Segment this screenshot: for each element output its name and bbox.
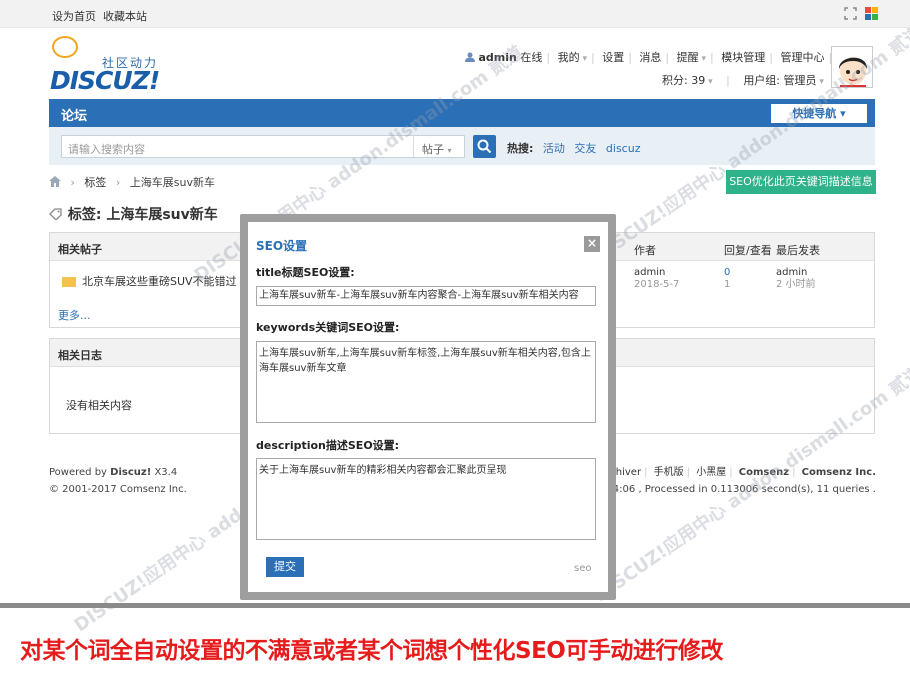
thread-author[interactable]: admin (634, 267, 665, 278)
top-bar: 设为首页 收藏本站 (0, 0, 910, 28)
quick-nav-label: 快捷导航 (792, 107, 837, 120)
keywords-seo-textarea[interactable]: 上海车展suv新车,上海车展suv新车标签,上海车展suv新车相关内容,包含上海… (256, 341, 596, 423)
hot-search: 热搜: 活动 交友 discuz (507, 140, 640, 156)
tag-icon (49, 207, 63, 223)
breadcrumb: › 标签 › 上海车展suv新车 (49, 174, 215, 190)
footer-left: Powered by Discuz! X3.4 © 2001-2017 Coms… (49, 464, 187, 498)
settings-link[interactable]: 设置 (602, 51, 624, 64)
more-link[interactable]: 更多... (58, 307, 91, 323)
thread-last-user[interactable]: admin (776, 267, 807, 278)
footer-version: X3.4 (154, 467, 178, 478)
avatar[interactable] (831, 46, 873, 88)
thread-date: 2018-5-7 (634, 279, 680, 290)
top-links: 设为首页 收藏本站 (52, 8, 147, 24)
search-button[interactable] (473, 135, 496, 158)
thread-views: 1 (724, 279, 731, 290)
fullscreen-icon[interactable] (844, 7, 857, 20)
footer-comsenz-inc[interactable]: Comsenz Inc. (802, 467, 876, 478)
points-link[interactable]: 积分: 39 (662, 74, 705, 87)
footer-blackroom[interactable]: 小黑屋 (696, 467, 726, 478)
caption-text: 对某个词全自动设置的不满意或者某个词想个性化SEO可手动进行修改 (20, 638, 723, 664)
keywords-seo-label: keywords关键词SEO设置: (256, 321, 400, 334)
footer-brand[interactable]: Discuz! (110, 467, 151, 478)
logo-bubble-icon (52, 36, 78, 58)
page-title: 标签: 上海车展suv新车 (49, 204, 218, 224)
thread-stats-cell: 0 1 (724, 267, 730, 291)
my-menu[interactable]: 我的 (558, 51, 580, 64)
bookmark-link[interactable]: 收藏本站 (103, 10, 147, 23)
col-last-post: 最后发表 (776, 244, 820, 257)
hot-search-item[interactable]: discuz (606, 142, 641, 155)
folder-icon (62, 277, 76, 287)
thread-row[interactable]: 北京车展这些重磅SUV不能错过 豪车 (62, 273, 262, 289)
hot-search-item[interactable]: 活动 (543, 142, 565, 155)
thread-title[interactable]: 北京车展这些重磅SUV不能错过 豪车 (82, 275, 262, 288)
dialog-title: SEO设置 (256, 239, 308, 253)
thread-last-cell: admin 2 小时前 (776, 267, 816, 291)
close-icon: × (586, 236, 598, 250)
nav-forum[interactable]: 论坛 (61, 105, 87, 124)
messages-link[interactable]: 消息 (639, 51, 661, 64)
title-seo-label: title标题SEO设置: (256, 266, 355, 279)
module-manage-link[interactable]: 模块管理 (721, 51, 765, 64)
col-author: 作者 (634, 244, 656, 257)
hot-search-label: 热搜: (507, 142, 534, 155)
user-group-link[interactable]: 用户组: 管理员 (743, 74, 816, 87)
submit-button[interactable]: 提交 (266, 557, 304, 577)
seo-brand: seo (574, 563, 592, 574)
seo-settings-dialog: SEO设置 × title标题SEO设置: 上海车展suv新车-上海车展suv新… (240, 214, 616, 600)
hot-search-item[interactable]: 交友 (574, 142, 596, 155)
search-bar: 请输入搜索内容 帖子 ▾ 热搜: 活动 交友 discuz (49, 127, 875, 165)
description-seo-label: description描述SEO设置: (256, 439, 400, 452)
user-nav: admin 在线 | 我的 ▾ | 设置 | 消息 | 提醒 ▾ | 模块管理 | 管理中心… (465, 49, 862, 65)
thread-replies: 0 (724, 267, 731, 278)
search-icon (477, 139, 492, 154)
admin-center-link[interactable]: 管理中心 (780, 51, 824, 64)
search-placeholder: 请输入搜索内容 (68, 143, 145, 156)
related-blogs-title: 相关日志 (58, 349, 102, 362)
footer-stats: -7 04:06 , Processed in 0.113006 second(… (593, 484, 876, 495)
related-threads-title: 相关帖子 (58, 243, 102, 256)
description-seo-textarea[interactable]: 关于上海车展suv新车的精彩相关内容都会汇聚此页呈现 (256, 458, 596, 540)
home-icon[interactable] (49, 176, 61, 189)
title-seo-input[interactable]: 上海车展suv新车-上海车展suv新车内容聚合-上海车展suv新车相关内容 (256, 286, 596, 306)
site-logo[interactable]: 社区动力 DISCUZ! (50, 36, 180, 96)
footer-right: Archiver | 手机版 | 小黑屋 | Comsenz | Comsenz Inc… (593, 467, 876, 495)
logo-en-text: DISCUZ! (50, 66, 160, 95)
theme-icon[interactable] (865, 7, 878, 20)
empty-message: 没有相关内容 (66, 399, 132, 412)
search-scope-label: 帖子 (422, 143, 444, 156)
main-nav: 论坛 快捷导航 ▾ (49, 99, 875, 127)
breadcrumb-tag[interactable]: 标签 (84, 176, 106, 189)
col-reply-view: 回复/查看 (724, 244, 772, 257)
user-stats: 积分: 39 ▾ | 用户组: 管理员 ▾ (662, 74, 824, 87)
seo-dialog-body: SEO设置 × title标题SEO设置: 上海车展suv新车-上海车展suv新… (248, 222, 608, 592)
top-icons (844, 7, 878, 20)
footer-mobile[interactable]: 手机版 (654, 467, 684, 478)
thread-author-cell: admin 2018-5-7 (634, 267, 679, 291)
seo-optimize-button[interactable]: SEO优化此页关键词描述信息 (726, 170, 876, 194)
footer-comsenz[interactable]: Comsenz (739, 467, 789, 478)
reminders-link[interactable]: 提醒 (677, 51, 699, 64)
online-status[interactable]: 在线 (520, 51, 542, 64)
divider (0, 603, 910, 608)
username[interactable]: admin (479, 51, 517, 64)
set-home-link[interactable]: 设为首页 (52, 10, 96, 23)
quick-nav-button[interactable]: 快捷导航 ▾ (771, 104, 867, 123)
breadcrumb-current: 上海车展suv新车 (129, 176, 216, 189)
tag-title-text: 标签: 上海车展suv新车 (67, 207, 218, 223)
close-button[interactable]: × (584, 236, 600, 252)
search-input[interactable]: 请输入搜索内容 (61, 135, 465, 158)
footer-copyright: © 2001-2017 Comsenz Inc. (49, 484, 187, 495)
search-scope-select[interactable]: 帖子 ▾ (413, 135, 465, 158)
powered-by: Powered by (49, 467, 107, 478)
user-icon (465, 51, 479, 64)
thread-last-time: 2 小时前 (776, 279, 816, 290)
